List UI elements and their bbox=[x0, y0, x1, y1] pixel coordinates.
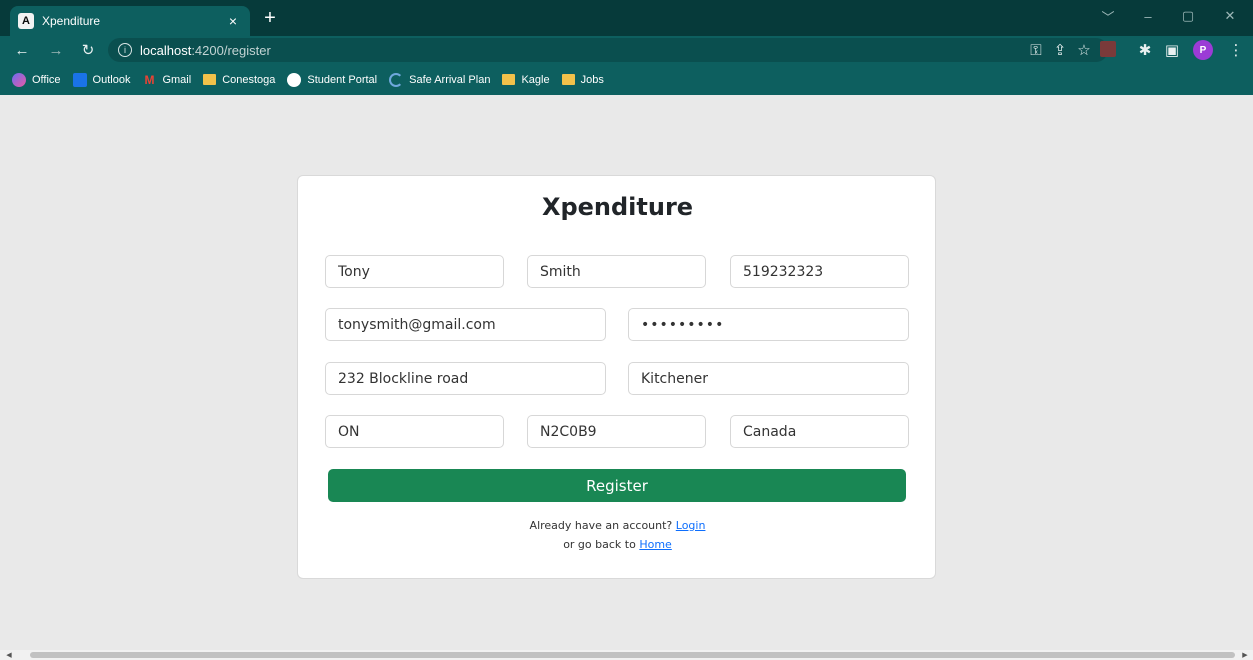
postal-code-field[interactable] bbox=[527, 415, 706, 448]
login-prompt: Already have an account? Login bbox=[298, 519, 937, 532]
bookmark-label: Outlook bbox=[92, 73, 131, 86]
scroll-right-icon[interactable]: ▶ bbox=[1240, 650, 1250, 660]
bookmark-office[interactable]: Office bbox=[12, 72, 61, 87]
bookmark-star-icon[interactable]: ☆ bbox=[1074, 40, 1094, 60]
profile-avatar[interactable]: P bbox=[1193, 40, 1213, 60]
outlook-icon bbox=[72, 72, 87, 87]
extension-icon[interactable] bbox=[1100, 41, 1116, 57]
extensions-puzzle-icon[interactable]: ✱ bbox=[1135, 40, 1155, 60]
scroll-left-icon[interactable]: ◀ bbox=[4, 650, 14, 660]
bookmark-gmail[interactable]: M Gmail bbox=[142, 73, 191, 87]
phone-field[interactable] bbox=[730, 255, 909, 288]
tab-title: Xpenditure bbox=[42, 14, 101, 28]
back-arrow-icon[interactable]: ← bbox=[12, 40, 32, 60]
site-info-icon[interactable]: i bbox=[118, 43, 132, 57]
bookmarks-bar: Office Outlook M Gmail Conestoga Student… bbox=[0, 64, 1253, 95]
tab-search-icon[interactable]: ﹀ bbox=[1098, 6, 1118, 26]
bookmark-label: Student Portal bbox=[307, 73, 378, 86]
address-field[interactable] bbox=[325, 362, 606, 395]
close-window-icon[interactable]: ✕ bbox=[1220, 6, 1240, 26]
url-path: :4200/register bbox=[191, 42, 271, 58]
side-panel-icon[interactable]: ▣ bbox=[1162, 40, 1182, 60]
browser-tab-strip: A Xpenditure × + ﹀ – ▢ ✕ bbox=[0, 0, 1253, 36]
bookmark-label: Safe Arrival Plan bbox=[409, 73, 491, 86]
register-card: Xpenditure Register Already have an acco… bbox=[297, 175, 936, 579]
globe-icon bbox=[287, 72, 302, 87]
browser-tab[interactable]: A Xpenditure × bbox=[10, 6, 250, 36]
bookmark-safe-arrival-plan[interactable]: Safe Arrival Plan bbox=[389, 72, 491, 87]
share-icon[interactable]: ⇪ bbox=[1050, 40, 1070, 60]
password-key-icon[interactable]: ⚿ bbox=[1026, 40, 1046, 60]
first-name-field[interactable] bbox=[325, 255, 504, 288]
arc-icon bbox=[389, 72, 404, 87]
login-link[interactable]: Login bbox=[676, 519, 706, 532]
browser-toolbar: ← → ↻ i localhost:4200/register ⚿ ⇪ ☆ ✱ … bbox=[0, 36, 1253, 64]
city-field[interactable] bbox=[628, 362, 909, 395]
folder-icon bbox=[502, 74, 516, 85]
gmail-icon: M bbox=[144, 72, 155, 87]
menu-kebab-icon[interactable]: ⋮ bbox=[1226, 40, 1246, 60]
reload-icon[interactable]: ↻ bbox=[78, 40, 98, 60]
horizontal-scrollbar[interactable]: ◀ ▶ bbox=[0, 650, 1253, 660]
email-field[interactable] bbox=[325, 308, 606, 341]
url-host: localhost bbox=[140, 42, 192, 58]
angular-favicon-icon: A bbox=[18, 13, 34, 29]
bookmark-label: Kagle bbox=[521, 73, 550, 86]
bookmark-jobs[interactable]: Jobs bbox=[561, 73, 604, 86]
page-title: Xpenditure bbox=[541, 193, 694, 221]
bookmark-label: Gmail bbox=[162, 73, 192, 86]
bookmark-kagle[interactable]: Kagle bbox=[502, 73, 550, 86]
address-bar[interactable]: i localhost:4200/register bbox=[108, 38, 1108, 62]
bookmark-student-portal[interactable]: Student Portal bbox=[287, 72, 378, 87]
maximize-icon[interactable]: ▢ bbox=[1178, 6, 1198, 26]
scrollbar-thumb[interactable] bbox=[30, 652, 1235, 658]
password-field[interactable] bbox=[628, 308, 909, 341]
register-button[interactable]: Register bbox=[328, 469, 906, 502]
home-link[interactable]: Home bbox=[639, 538, 671, 551]
province-field[interactable] bbox=[325, 415, 504, 448]
bookmark-label: Office bbox=[32, 73, 61, 86]
home-prompt-text: or go back to bbox=[563, 538, 636, 551]
tab-close-icon[interactable]: × bbox=[224, 13, 242, 29]
bookmark-conestoga[interactable]: Conestoga bbox=[203, 74, 275, 86]
country-field[interactable] bbox=[730, 415, 909, 448]
folder-icon bbox=[203, 74, 217, 85]
new-tab-button[interactable]: + bbox=[258, 6, 282, 30]
bookmark-label: Jobs bbox=[580, 73, 604, 86]
folder-icon bbox=[561, 74, 575, 85]
office-icon bbox=[12, 72, 26, 87]
last-name-field[interactable] bbox=[527, 255, 706, 288]
bookmark-outlook[interactable]: Outlook bbox=[72, 72, 131, 87]
forward-arrow-icon[interactable]: → bbox=[46, 40, 66, 60]
home-prompt: or go back to Home bbox=[298, 538, 937, 551]
account-prompt-text: Already have an account? bbox=[529, 519, 673, 532]
minimize-icon[interactable]: – bbox=[1138, 6, 1158, 26]
bookmark-label: Conestoga bbox=[222, 73, 276, 86]
